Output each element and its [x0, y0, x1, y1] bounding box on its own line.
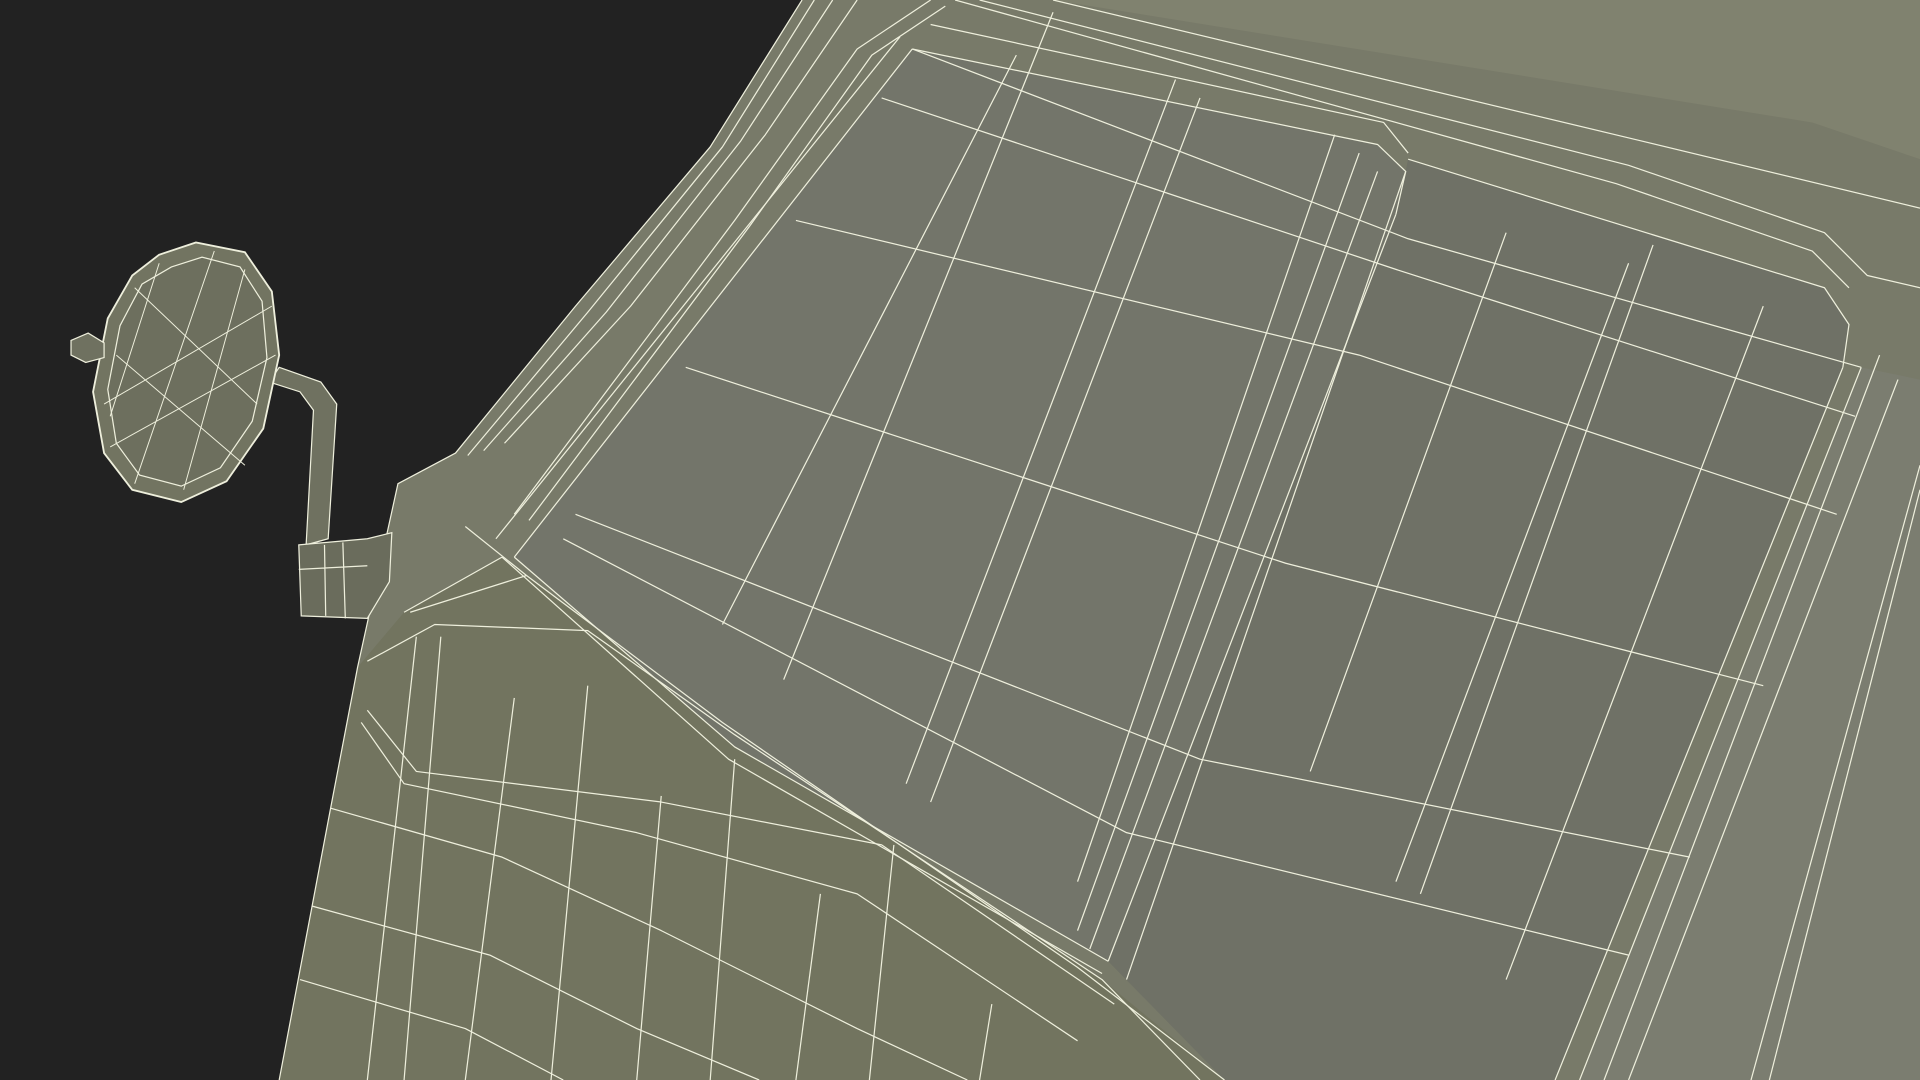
wireframe-scene [0, 0, 1920, 1080]
render-viewport [0, 0, 1920, 1080]
